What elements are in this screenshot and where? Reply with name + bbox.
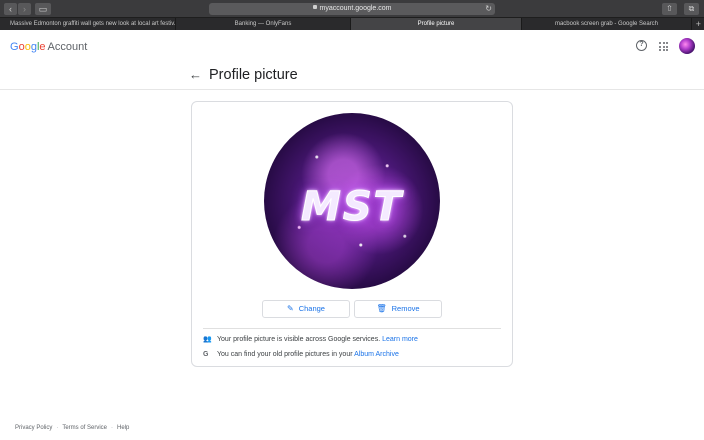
google-account-logo[interactable]: Google Account xyxy=(10,40,87,54)
tab-banking[interactable]: Banking — OnlyFans xyxy=(176,18,351,30)
back-nav-button[interactable]: ‹ xyxy=(4,3,17,15)
address-bar[interactable]: myaccount.google.com ↻ xyxy=(209,3,495,15)
header-divider xyxy=(0,89,704,90)
avatar[interactable] xyxy=(679,38,695,54)
account-label: Account xyxy=(47,41,88,53)
tab-graffiti[interactable]: Massive Edmonton graffiti wall gets new … xyxy=(0,18,176,30)
reload-icon[interactable]: ↻ xyxy=(485,4,492,14)
trash-icon: 🗑 xyxy=(376,304,387,313)
archive-info: G You can find your old profile pictures … xyxy=(203,351,399,358)
terms-of-service-link[interactable]: Terms of Service xyxy=(62,425,107,431)
album-archive-link[interactable]: Album Archive xyxy=(354,351,399,358)
tab-google-search[interactable]: macbook screen grab - Google Search xyxy=(522,18,692,30)
lock-icon xyxy=(312,5,317,9)
people-icon: 👥 xyxy=(203,336,212,343)
help-circle-icon[interactable]: ? xyxy=(636,40,647,51)
arrow-left-icon[interactable]: ← xyxy=(189,67,202,83)
tab-bar: Massive Edmonton graffiti wall gets new … xyxy=(0,18,704,30)
tabs-overview-button[interactable]: ⧉ xyxy=(684,3,699,15)
profile-picture-image: MST xyxy=(264,113,440,289)
address-url: myaccount.google.com xyxy=(319,5,392,12)
privacy-policy-link[interactable]: Privacy Policy xyxy=(15,425,52,431)
page-title: Profile picture xyxy=(209,67,298,83)
footer: Privacy Policy · Terms of Service · Help xyxy=(15,425,130,431)
sidebar-toggle-button[interactable]: ▭ xyxy=(35,3,51,15)
change-button[interactable]: ✎ Change xyxy=(262,300,350,318)
browser-toolbar: ‹ › ▭ myaccount.google.com ↻ ⇧ ⧉ xyxy=(0,0,704,18)
apps-grid-icon[interactable] xyxy=(659,42,668,51)
visibility-info: 👥 Your profile picture is visible across … xyxy=(203,336,418,343)
card-divider xyxy=(203,328,501,329)
pencil-icon: ✎ xyxy=(287,304,294,313)
profile-image-text: MST xyxy=(301,184,403,230)
tab-profile-picture[interactable]: Profile picture xyxy=(351,18,522,30)
new-tab-button[interactable]: + xyxy=(696,18,701,30)
share-button[interactable]: ⇧ xyxy=(662,3,677,15)
forward-nav-button[interactable]: › xyxy=(18,3,31,15)
remove-button[interactable]: 🗑 Remove xyxy=(354,300,442,318)
help-link[interactable]: Help xyxy=(117,425,129,431)
google-g-icon: G xyxy=(203,351,209,358)
learn-more-link[interactable]: Learn more xyxy=(382,336,418,343)
